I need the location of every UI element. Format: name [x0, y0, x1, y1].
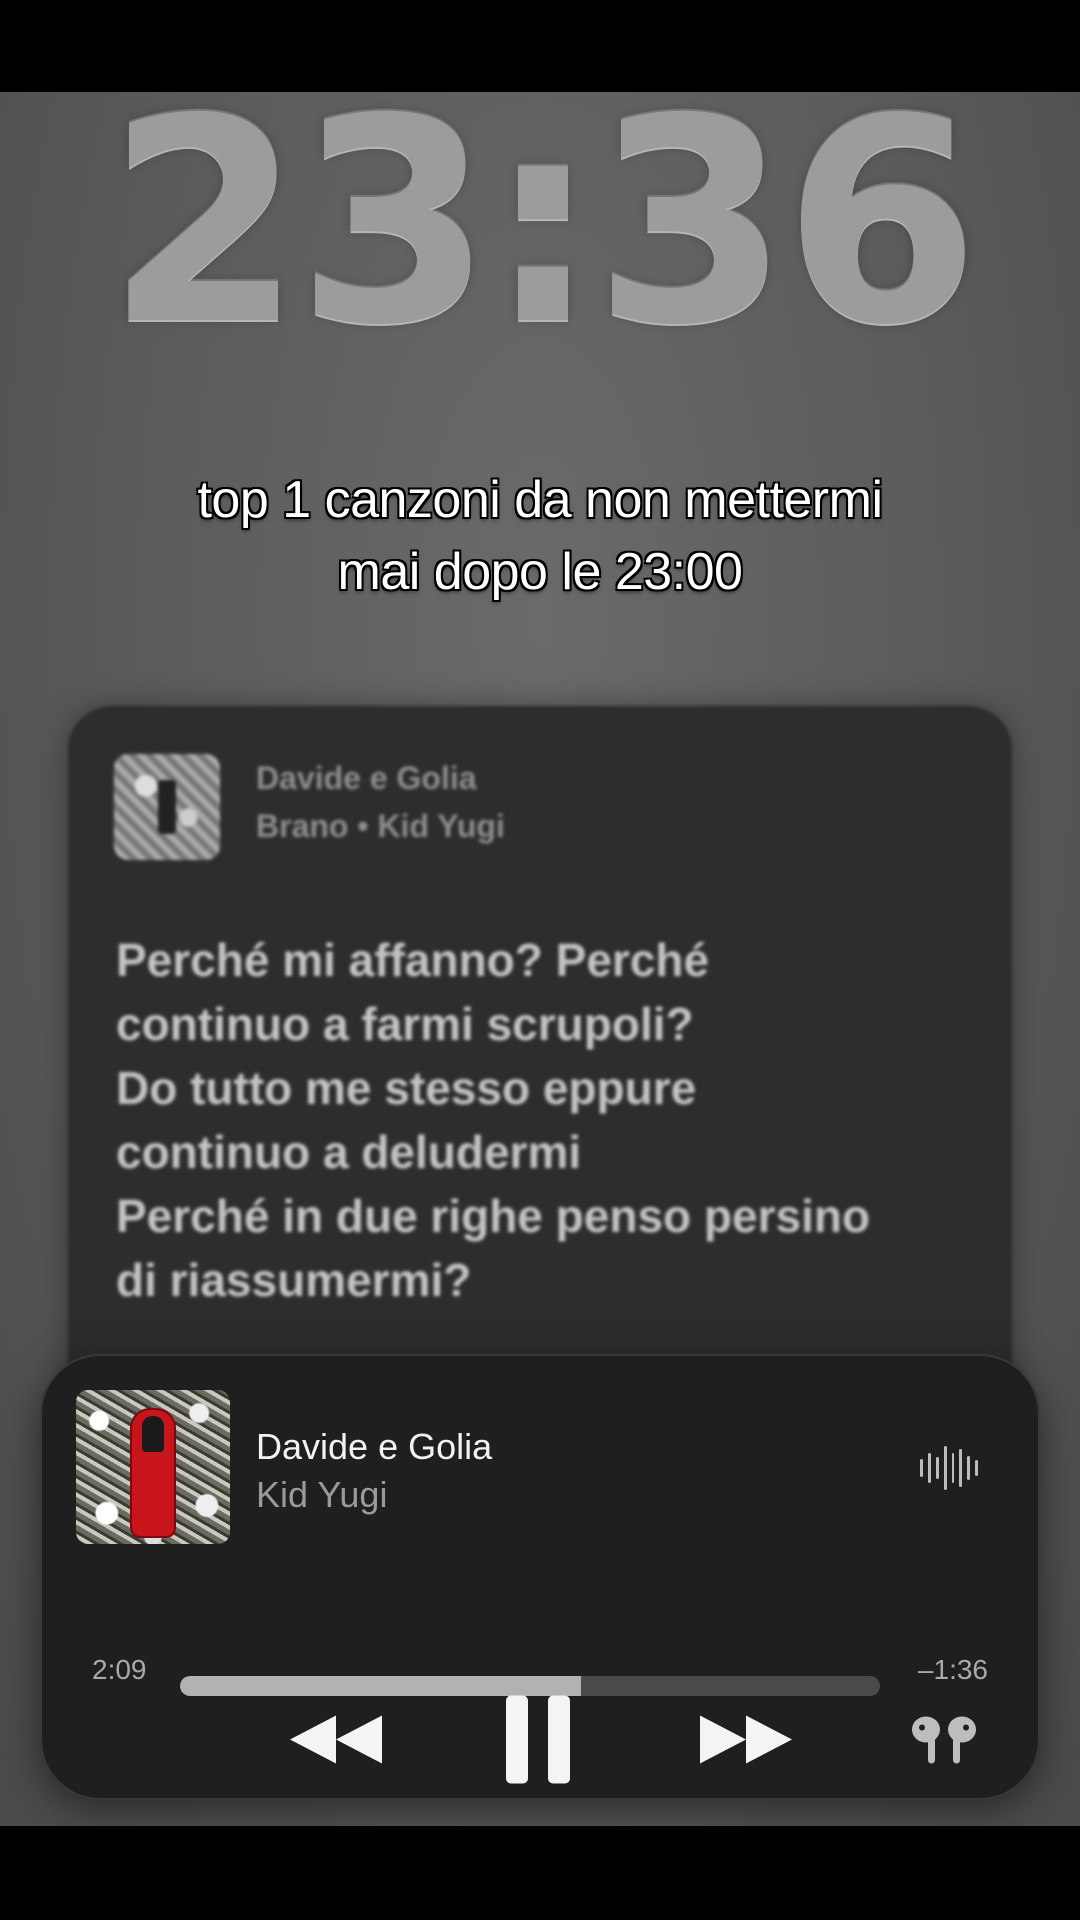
lyrics-album-art	[114, 754, 220, 860]
lyric-line: Do tutto me stesso eppure	[116, 1062, 697, 1114]
lock-screen: 23:36 top 1 canzoni da non mettermi mai …	[0, 92, 1080, 1826]
video-caption: top 1 canzoni da non mettermi mai dopo l…	[40, 464, 1040, 608]
remaining-time: –1:36	[917, 1654, 988, 1685]
lock-screen-clock: 23:36	[106, 92, 980, 387]
fast-forward-icon	[700, 1715, 792, 1764]
lyrics-song-subtitle: Brano • Kid Yugi	[256, 808, 505, 844]
lyrics-lines: Perché mi affanno? Perché continuo a far…	[116, 928, 976, 1312]
caption-line-1: top 1 canzoni da non mettermi	[197, 471, 883, 529]
now-playing-widget[interactable]: Davide e Golia Kid Yugi 2:09 –1:36	[40, 1354, 1040, 1800]
lyric-line: continuo a farmi scrupoli?	[116, 998, 694, 1050]
song-title: Davide e Golia	[256, 1426, 493, 1467]
lyrics-song-title: Davide e Golia	[256, 760, 477, 796]
pause-button[interactable]	[502, 1694, 574, 1791]
album-art[interactable]	[76, 1390, 230, 1544]
song-artist: Kid Yugi	[256, 1474, 388, 1515]
lyric-line: di riassumermi?	[116, 1254, 472, 1306]
audio-output-button[interactable]	[910, 1714, 978, 1771]
rewind-button[interactable]	[286, 1710, 386, 1775]
album-art-figure	[142, 1416, 164, 1452]
lyric-line: continuo a deludermi	[116, 1126, 582, 1178]
lyric-line: Perché in due righe penso persino	[116, 1190, 871, 1242]
waveform-icon	[920, 1446, 978, 1490]
rewind-icon	[290, 1715, 382, 1764]
pause-icon	[506, 1695, 570, 1784]
airpods-icon	[912, 1716, 976, 1764]
lyric-line: Perché mi affanno? Perché	[116, 934, 710, 986]
caption-line-2: mai dopo le 23:00	[337, 543, 743, 601]
fast-forward-button[interactable]	[696, 1710, 796, 1775]
elapsed-time: 2:09	[92, 1654, 147, 1685]
